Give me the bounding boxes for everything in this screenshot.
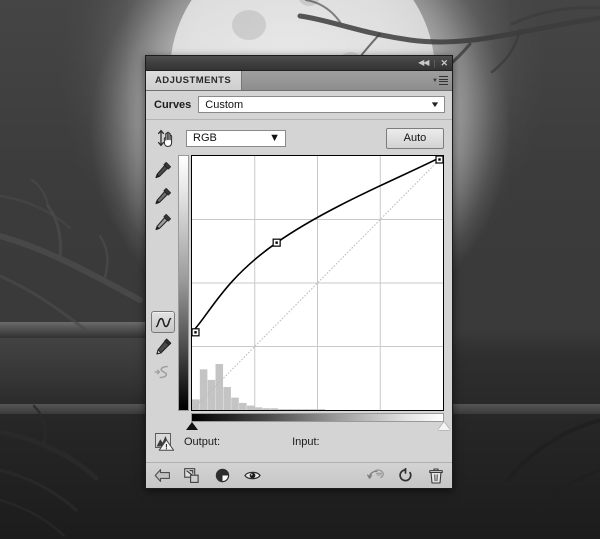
curves-graph [178, 155, 450, 430]
eyedropper-black-point-icon[interactable] [150, 157, 176, 183]
output-label: Output: [184, 436, 221, 448]
view-previous-state-icon[interactable] [367, 467, 384, 484]
title-bar-divider: | [433, 58, 436, 68]
shadow-input-slider[interactable] [186, 422, 198, 430]
close-icon[interactable]: ✕ [440, 58, 448, 68]
tab-adjustments[interactable]: ADJUSTMENTS [146, 71, 243, 90]
auto-button-label: Auto [403, 132, 427, 144]
auto-button[interactable]: Auto [386, 127, 444, 149]
plot-histogram [192, 364, 326, 410]
clip-to-layer-icon[interactable] [184, 467, 201, 484]
input-gradient-row [186, 413, 450, 430]
histogram-warning-icon[interactable] [152, 431, 178, 453]
curves-plot-area[interactable] [191, 155, 444, 411]
preset-value: Custom [205, 98, 244, 111]
panel-tab-strip: ADJUSTMENTS ▼ [146, 71, 452, 91]
preset-row: Curves Custom ▼ [146, 91, 452, 120]
panel-menu-icon[interactable]: ▼ [430, 71, 452, 90]
menu-lines-icon [439, 75, 448, 87]
input-label: Input: [292, 436, 320, 448]
channel-row: RGB ▼ Auto [146, 120, 452, 155]
curve-control-point[interactable] [272, 238, 281, 247]
tab-adjustments-label: ADJUSTMENTS [155, 75, 232, 86]
tab-strip-filler [242, 71, 430, 90]
highlight-input-slider[interactable] [438, 422, 450, 430]
preset-select[interactable]: Custom ▼ [198, 96, 445, 113]
reset-adjustment-icon[interactable] [397, 467, 414, 484]
draw-pencil-curve-icon[interactable] [150, 333, 176, 359]
preset-label: Curves [154, 98, 192, 111]
panel-title-bar[interactable]: ◀◀ | ✕ [146, 56, 452, 71]
delete-adjustment-layer-icon[interactable] [427, 467, 444, 484]
chevron-down-icon: ▼ [429, 100, 441, 109]
output-gradient-bar [178, 155, 189, 411]
channel-select[interactable]: RGB ▼ [186, 129, 286, 147]
smooth-curve-icon [150, 359, 176, 385]
eyedropper-white-point-icon[interactable] [150, 209, 176, 235]
curve-control-point[interactable] [435, 156, 443, 164]
chevron-down-icon: ▼ [432, 77, 438, 84]
channel-value: RGB [193, 132, 217, 144]
collapse-left-icon[interactable]: ◀◀ [418, 59, 429, 67]
return-to-adjustment-list-icon[interactable] [154, 467, 171, 484]
curve-control-point[interactable] [192, 328, 200, 337]
toggle-layer-mask-icon[interactable] [214, 467, 231, 484]
curves-tool-column [148, 155, 178, 423]
edit-points-curve-icon[interactable] [151, 311, 175, 333]
on-image-adjustment-icon[interactable] [154, 127, 181, 149]
curves-body [146, 155, 452, 430]
toggle-visibility-eye-icon[interactable] [244, 467, 261, 484]
input-gradient-bar [191, 413, 444, 422]
adjustments-panel: ◀◀ | ✕ ADJUSTMENTS ▼ Curves Custom ▼ RGB… [145, 55, 453, 489]
panel-footer [146, 462, 452, 488]
eyedropper-gray-point-icon[interactable] [150, 183, 176, 209]
chevron-down-icon: ▼ [269, 132, 280, 144]
